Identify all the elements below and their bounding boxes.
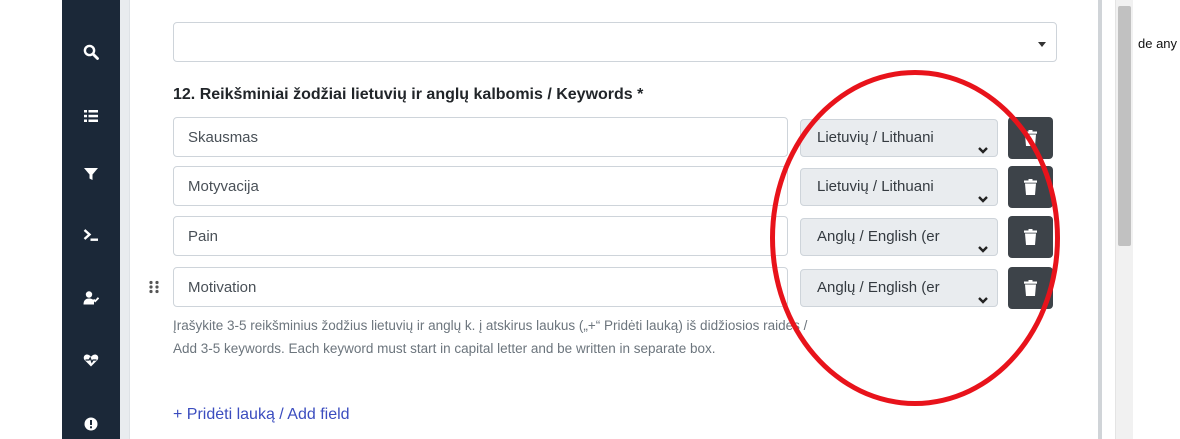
chevron-down-icon: [978, 133, 988, 154]
sidebar-alert[interactable]: [62, 404, 120, 439]
language-select-value: Anglų / English (er: [817, 228, 940, 245]
language-select[interactable]: Anglų / English (er: [800, 218, 998, 256]
sidebar-search[interactable]: [62, 32, 120, 72]
keyword-row: Anglų / English (er: [0, 267, 1100, 309]
language-select-value: Anglų / English (er: [817, 279, 940, 296]
alert-icon: [84, 417, 98, 431]
chevron-down-icon: [978, 182, 988, 203]
keyword-row: Lietuvių / Lithuani: [0, 166, 1100, 208]
keywords-field-label: 12. Reikšminiai žodžiai lietuvių ir angl…: [173, 86, 644, 103]
keyword-input[interactable]: [173, 166, 788, 206]
language-select-value: Lietuvių / Lithuani: [817, 178, 934, 195]
caret-down-icon: [1038, 42, 1046, 47]
heartbeat-icon: [83, 354, 99, 367]
chevron-down-icon: [978, 283, 988, 304]
language-select[interactable]: Anglų / English (er: [800, 269, 998, 307]
trash-icon: [1024, 179, 1037, 195]
language-select[interactable]: Lietuvių / Lithuani: [800, 119, 998, 157]
trash-icon: [1024, 130, 1037, 146]
delete-keyword-button[interactable]: [1008, 267, 1053, 309]
delete-keyword-button[interactable]: [1008, 117, 1053, 159]
scrollbar-thumb[interactable]: [1118, 6, 1131, 246]
top-select[interactable]: [173, 22, 1057, 62]
sidebar-heartbeat[interactable]: [62, 340, 120, 380]
keyword-input[interactable]: [173, 117, 788, 157]
add-field-link[interactable]: + Pridėti lauką / Add field: [173, 406, 350, 424]
delete-keyword-button[interactable]: [1008, 216, 1053, 258]
keywords-help-text: Įrašykite 3-5 reikšminius žodžius lietuv…: [173, 318, 808, 356]
keyword-input[interactable]: [173, 267, 788, 307]
search-icon: [83, 44, 99, 60]
delete-keyword-button[interactable]: [1008, 166, 1053, 208]
trash-icon: [1024, 280, 1037, 296]
chevron-down-icon: [978, 232, 988, 253]
trash-icon: [1024, 229, 1037, 245]
drag-handle-icon[interactable]: [148, 280, 160, 294]
keyword-input[interactable]: [173, 216, 788, 256]
keyword-row: Lietuvių / Lithuani: [0, 117, 1100, 159]
keyword-row: Anglų / English (er: [0, 216, 1100, 258]
language-select-value: Lietuvių / Lithuani: [817, 129, 934, 146]
language-select[interactable]: Lietuvių / Lithuani: [800, 168, 998, 206]
clipped-side-text: de any: [1138, 36, 1178, 51]
